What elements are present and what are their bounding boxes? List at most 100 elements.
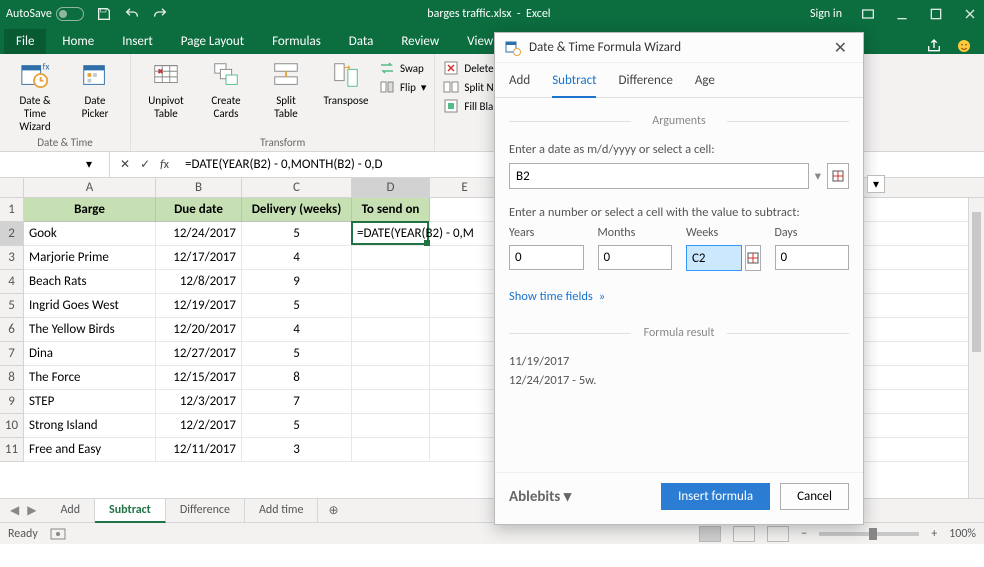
close-icon[interactable] [962, 6, 978, 22]
header-cell[interactable]: To send on [352, 198, 430, 222]
vertical-scrollbar[interactable] [968, 198, 984, 498]
cell[interactable] [430, 414, 500, 438]
cell[interactable] [430, 342, 500, 366]
col-header-E[interactable]: E [430, 178, 500, 198]
row-header-9[interactable]: 9 [0, 390, 24, 414]
sheet-tab-subtract[interactable]: Subtract [95, 499, 166, 523]
cell[interactable] [430, 294, 500, 318]
add-sheet-button[interactable]: ⊕ [318, 503, 348, 518]
swap-button[interactable]: Swap [379, 60, 426, 76]
cell[interactable]: 12/27/2017 [156, 342, 242, 366]
row-header-6[interactable]: 6 [0, 318, 24, 342]
cell[interactable]: The Force [24, 366, 156, 390]
cancel-formula-icon[interactable]: ✕ [120, 157, 130, 172]
tab-insert[interactable]: Insert [110, 29, 165, 54]
sheet-next-icon[interactable]: ▶ [27, 503, 36, 518]
autosave-toggle[interactable]: AutoSave [6, 7, 84, 21]
split-table-button[interactable]: Split Table [259, 58, 313, 120]
col-header-C[interactable]: C [242, 178, 352, 198]
cell[interactable]: 12/24/2017 [156, 222, 242, 246]
tab-formulas[interactable]: Formulas [260, 29, 333, 54]
cell[interactable] [430, 318, 500, 342]
cell[interactable]: 12/17/2017 [156, 246, 242, 270]
row-header-4[interactable]: 4 [0, 270, 24, 294]
wizard-tab-age[interactable]: Age [695, 73, 715, 97]
cell[interactable] [430, 246, 500, 270]
ablebits-brand[interactable]: Ablebits ▾ [509, 487, 651, 506]
sign-in-link[interactable]: Sign in [810, 7, 842, 21]
row-header-5[interactable]: 5 [0, 294, 24, 318]
cell[interactable]: 5 [242, 222, 352, 246]
cell[interactable]: 5 [242, 294, 352, 318]
cell[interactable]: Strong Island [24, 414, 156, 438]
cell[interactable] [352, 414, 430, 438]
col-header-D[interactable]: D [352, 178, 430, 198]
unpivot-button[interactable]: Unpivot Table [139, 58, 193, 120]
tab-home[interactable]: Home [50, 29, 106, 54]
flip-button[interactable]: Flip ▾ [379, 79, 426, 95]
date-ref-picker[interactable] [827, 163, 849, 189]
name-box[interactable]: ▾ [0, 152, 110, 177]
date-time-wizard-button[interactable]: fx Date & Time Wizard [8, 58, 62, 133]
cell[interactable]: 3 [242, 438, 352, 462]
transpose-button[interactable]: Transpose [319, 58, 373, 107]
cell[interactable] [430, 366, 500, 390]
expand-formula-bar-icon[interactable]: ▾ [867, 175, 885, 193]
months-input[interactable] [598, 245, 673, 270]
row-header-10[interactable]: 10 [0, 414, 24, 438]
cell[interactable] [430, 270, 500, 294]
cell[interactable]: Gook [24, 222, 156, 246]
minimize-icon[interactable] [894, 6, 910, 22]
cell[interactable] [352, 390, 430, 414]
macro-record-icon[interactable] [50, 528, 66, 540]
page-break-view-button[interactable] [767, 526, 789, 542]
years-input[interactable] [509, 245, 584, 270]
cell[interactable]: The Yellow Birds [24, 318, 156, 342]
cell[interactable]: 4 [242, 246, 352, 270]
col-header-B[interactable]: B [156, 178, 242, 198]
cell[interactable]: 12/15/2017 [156, 366, 242, 390]
weeks-input[interactable] [686, 245, 742, 271]
share-icon[interactable] [926, 38, 942, 54]
cell[interactable]: 12/11/2017 [156, 438, 242, 462]
active-cell[interactable]: =DATE(YEAR(B2) - 0,M [351, 221, 429, 245]
save-icon[interactable] [96, 6, 112, 22]
cell[interactable]: Beach Rats [24, 270, 156, 294]
date-input[interactable] [509, 163, 809, 189]
undo-icon[interactable] [124, 6, 140, 22]
days-input[interactable] [775, 245, 850, 270]
cell[interactable] [352, 438, 430, 462]
ribbon-display-icon[interactable] [860, 6, 876, 22]
tab-page-layout[interactable]: Page Layout [169, 29, 256, 54]
zoom-slider[interactable] [819, 532, 919, 536]
cell[interactable]: 5 [242, 414, 352, 438]
sheet-tab-add-time[interactable]: Add time [245, 499, 319, 523]
zoom-level[interactable]: 100% [949, 527, 976, 541]
cell[interactable]: Marjorie Prime [24, 246, 156, 270]
cell[interactable]: Free and Easy [24, 438, 156, 462]
cell[interactable] [352, 318, 430, 342]
row-header-1[interactable]: 1 [0, 198, 24, 222]
redo-icon[interactable] [152, 6, 168, 22]
cell[interactable] [352, 366, 430, 390]
wizard-tab-subtract[interactable]: Subtract [552, 73, 596, 98]
row-header-7[interactable]: 7 [0, 342, 24, 366]
normal-view-button[interactable] [699, 526, 721, 542]
cancel-button[interactable]: Cancel [780, 483, 849, 510]
wizard-close-button[interactable]: ✕ [828, 36, 853, 60]
show-time-fields-link[interactable]: Show time fields» [509, 289, 849, 304]
zoom-in-button[interactable]: + [931, 527, 937, 541]
cell[interactable]: 12/2/2017 [156, 414, 242, 438]
row-header-8[interactable]: 8 [0, 366, 24, 390]
weeks-ref-picker[interactable] [745, 245, 761, 271]
cell[interactable]: 7 [242, 390, 352, 414]
cell[interactable]: 5 [242, 342, 352, 366]
tab-review[interactable]: Review [389, 29, 451, 54]
cell[interactable] [352, 294, 430, 318]
row-header-3[interactable]: 3 [0, 246, 24, 270]
cell[interactable]: 9 [242, 270, 352, 294]
sheet-prev-icon[interactable]: ◀ [10, 503, 19, 518]
cell[interactable]: 12/20/2017 [156, 318, 242, 342]
cell[interactable]: 12/19/2017 [156, 294, 242, 318]
row-header-2[interactable]: 2 [0, 222, 24, 246]
